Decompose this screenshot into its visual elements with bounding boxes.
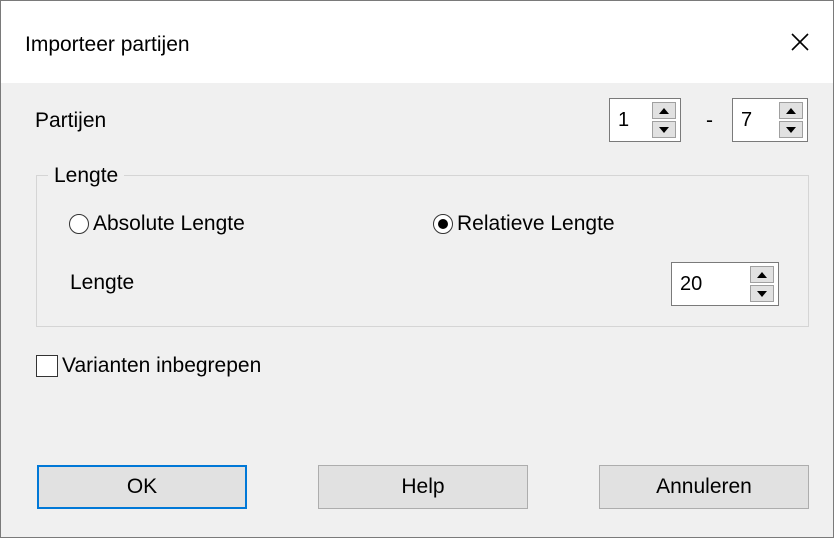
- partijen-to-value[interactable]: 7: [733, 99, 779, 141]
- spin-down-button[interactable]: [779, 121, 803, 138]
- cancel-button[interactable]: Annuleren: [599, 465, 809, 509]
- close-button[interactable]: [767, 1, 833, 83]
- dialog-title: Importeer partijen: [25, 33, 190, 56]
- partijen-to-spinner[interactable]: 7: [732, 98, 808, 142]
- arrow-down-icon: [757, 290, 767, 297]
- varianten-checkbox[interactable]: [36, 355, 58, 377]
- lengte-group-title: Lengte: [48, 162, 125, 190]
- arrow-down-icon: [786, 126, 796, 133]
- spin-up-button[interactable]: [652, 102, 676, 119]
- spin-up-button[interactable]: [779, 102, 803, 119]
- partijen-label: Partijen: [35, 109, 107, 132]
- radio-label: Absolute Lengte: [93, 212, 245, 235]
- title-bar: Importeer partijen: [1, 1, 833, 83]
- varianten-label: Varianten inbegrepen: [62, 354, 262, 377]
- spin-buttons: [750, 263, 778, 305]
- varianten-checkbox-row[interactable]: Varianten inbegrepen: [36, 354, 261, 378]
- partijen-from-spinner[interactable]: 1: [609, 98, 681, 142]
- radio-relatieve-lengte[interactable]: Relatieve Lengte: [433, 212, 615, 236]
- ok-button[interactable]: OK: [37, 465, 247, 509]
- import-dialog: Importeer partijen Partijen 1 - 7 Lengte…: [0, 0, 834, 538]
- lengte-spinner[interactable]: 20: [671, 262, 779, 306]
- range-separator: -: [706, 109, 713, 132]
- close-icon: [791, 33, 809, 51]
- lengte-value[interactable]: 20: [672, 263, 750, 305]
- arrow-up-icon: [757, 271, 767, 278]
- spin-down-button[interactable]: [652, 121, 676, 138]
- spin-buttons: [652, 99, 680, 141]
- help-button[interactable]: Help: [318, 465, 528, 509]
- spin-up-button[interactable]: [750, 266, 774, 283]
- radio-button[interactable]: [433, 214, 453, 234]
- radio-absolute-lengte[interactable]: Absolute Lengte: [69, 212, 245, 236]
- radio-label: Relatieve Lengte: [457, 212, 615, 235]
- arrow-up-icon: [786, 107, 796, 114]
- spin-down-button[interactable]: [750, 285, 774, 302]
- arrow-down-icon: [659, 126, 669, 133]
- partijen-from-value[interactable]: 1: [610, 99, 652, 141]
- radio-button[interactable]: [69, 214, 89, 234]
- arrow-up-icon: [659, 107, 669, 114]
- radio-selected-dot: [438, 219, 448, 229]
- spin-buttons: [779, 99, 807, 141]
- lengte-value-label: Lengte: [70, 271, 135, 294]
